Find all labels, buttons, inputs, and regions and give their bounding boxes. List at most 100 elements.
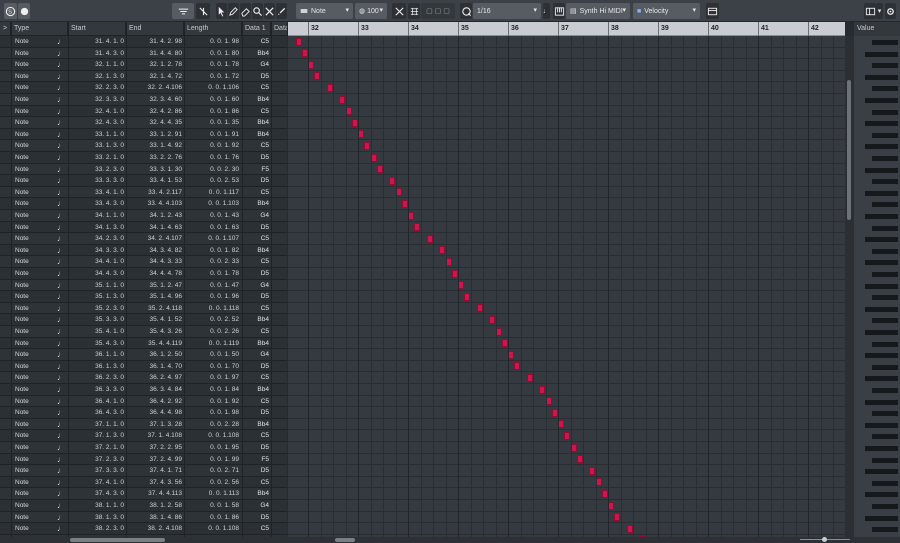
event-data1[interactable]: G4	[242, 349, 269, 360]
event-type[interactable]: Note	[15, 256, 29, 267]
value-bar[interactable]	[865, 469, 898, 475]
window-layout-button[interactable]	[864, 3, 876, 19]
event-length[interactable]: 0. 0. 1. 58	[185, 500, 239, 511]
event-length[interactable]: 0. 0. 1. 98	[185, 36, 239, 47]
vertical-scroll-thumb[interactable]	[847, 80, 851, 220]
value-bar[interactable]	[865, 98, 898, 103]
event-type[interactable]: Note	[15, 222, 29, 233]
color-tool[interactable]	[276, 3, 287, 19]
event-start[interactable]: 33. 1. 3. 0	[69, 140, 124, 151]
note-event[interactable]	[326, 83, 333, 92]
value-bar[interactable]	[872, 434, 898, 440]
table-row[interactable]: ♩ Note 36. 2. 3. 0 36. 2. 4. 97 0. 0. 1. 97 C…	[0, 372, 287, 384]
value-bar[interactable]	[872, 179, 898, 185]
event-start[interactable]: 34. 4. 3. 0	[69, 268, 124, 279]
event-length[interactable]: 0. 0. 1. 43	[185, 210, 239, 221]
object-selection-tool[interactable]	[216, 3, 227, 19]
table-row[interactable]: ♩ Note 37. 4. 3. 0 37. 4. 4.113 0. 0. 1.113 B…	[0, 488, 287, 500]
event-length[interactable]: 0. 0. 1. 50	[185, 349, 239, 360]
table-row[interactable]: ♩ Note 35. 3. 3. 0 35. 4. 1. 52 0. 0. 2. 52 B…	[0, 314, 287, 326]
event-type[interactable]: Note	[15, 349, 29, 360]
note-event[interactable]	[489, 315, 496, 324]
event-type[interactable]: Note	[15, 59, 29, 70]
event-data1[interactable]: G4	[242, 210, 269, 221]
column-header-start[interactable]: Start	[68, 22, 126, 36]
event-start[interactable]: 32. 1. 3. 0	[69, 71, 124, 82]
event-type[interactable]: Note	[15, 488, 29, 499]
table-row[interactable]: ♩ Note 31. 4. 1. 0 31. 4. 2. 98 0. 0. 1. 98 C…	[0, 36, 287, 48]
event-start[interactable]: 34. 3. 3. 0	[69, 245, 124, 256]
event-start[interactable]: 36. 1. 1. 0	[69, 349, 124, 360]
event-data1[interactable]: Bb4	[242, 314, 269, 325]
event-type[interactable]: Note	[15, 477, 29, 488]
value-bar[interactable]	[872, 272, 898, 277]
event-start[interactable]: 35. 2. 3. 0	[69, 303, 124, 314]
table-row[interactable]: ♩ Note 33. 1. 3. 0 33. 1. 4. 92 0. 0. 1. 92 C…	[0, 140, 287, 152]
event-type[interactable]: Note	[15, 198, 29, 209]
event-end[interactable]: 37. 2. 4. 99	[127, 454, 182, 465]
event-type[interactable]: Note	[15, 245, 29, 256]
event-length[interactable]: 0. 0. 1.108	[185, 523, 239, 534]
note-event[interactable]	[364, 141, 371, 150]
event-data1[interactable]: C5	[242, 326, 269, 337]
table-row[interactable]: ♩ Note 36. 1. 1. 0 36. 1. 2. 50 0. 0. 1. 50 G…	[0, 349, 287, 361]
event-start[interactable]: 35. 1. 1. 0	[69, 280, 124, 291]
zoom-tool[interactable]	[252, 3, 263, 19]
split-button[interactable]	[392, 3, 406, 19]
event-length[interactable]: 0. 0. 1.103	[185, 198, 239, 209]
event-length[interactable]: 0. 0. 2. 71	[185, 465, 239, 476]
event-type[interactable]: Note	[15, 106, 29, 117]
event-length[interactable]: 0. 0. 2. 30	[185, 164, 239, 175]
insert-type-select[interactable]: Note ▾	[296, 3, 353, 19]
event-data1[interactable]: Bb4	[242, 198, 269, 209]
event-data1[interactable]: C5	[242, 187, 269, 198]
event-start[interactable]: 35. 1. 3. 0	[69, 291, 124, 302]
event-data1[interactable]: Bb4	[242, 48, 269, 59]
event-end[interactable]: 38. 1. 4. 86	[127, 512, 182, 523]
event-end[interactable]: 32. 4. 2. 86	[127, 106, 182, 117]
event-length[interactable]: 0. 0. 1. 97	[185, 372, 239, 383]
event-type[interactable]: Note	[15, 175, 29, 186]
solo-button[interactable]: S	[4, 3, 17, 19]
note-event[interactable]	[514, 362, 521, 371]
event-data1[interactable]: F5	[242, 164, 269, 175]
quantize-preset-select[interactable]: 1/16 ▾	[473, 3, 541, 19]
event-data1[interactable]: C5	[242, 396, 269, 407]
event-start[interactable]: 33. 4. 3. 0	[69, 198, 124, 209]
event-type[interactable]: Note	[15, 384, 29, 395]
event-type[interactable]: Note	[15, 396, 29, 407]
event-length[interactable]: 0. 0. 1. 63	[185, 222, 239, 233]
event-length[interactable]: 0. 0. 2. 56	[185, 477, 239, 488]
event-length[interactable]: 0. 0. 1. 86	[185, 106, 239, 117]
event-start[interactable]: 36. 4. 1. 0	[69, 396, 124, 407]
value-bar[interactable]	[865, 446, 898, 451]
event-length[interactable]: 0. 0. 1. 70	[185, 361, 239, 372]
event-length[interactable]: 0. 0. 1. 76	[185, 152, 239, 163]
note-event[interactable]	[476, 304, 483, 313]
event-data1[interactable]: Bb4	[242, 117, 269, 128]
quantize-length-button[interactable]: ♩	[543, 3, 550, 19]
event-end[interactable]: 37. 2. 2. 95	[127, 442, 182, 453]
event-type[interactable]: Note	[15, 187, 29, 198]
event-data1[interactable]: D5	[242, 512, 269, 523]
event-data1[interactable]: D5	[242, 175, 269, 186]
table-row[interactable]: ♩ Note 35. 2. 3. 0 35. 2. 4.118 0. 0. 1.118 C…	[0, 302, 287, 315]
value-bar[interactable]	[865, 330, 898, 335]
event-length[interactable]: 0. 0. 1. 96	[185, 291, 239, 302]
event-length[interactable]: 0. 0. 1.106	[185, 82, 239, 93]
event-data1[interactable]: Bb4	[242, 129, 269, 140]
event-type[interactable]: Note	[15, 326, 29, 337]
event-type[interactable]: Note	[15, 48, 29, 59]
value-bar[interactable]	[872, 132, 898, 138]
table-row[interactable]: ♩ Note 38. 1. 3. 0 38. 1. 4. 86 0. 0. 1. 86 D…	[0, 511, 287, 524]
value-bar[interactable]	[865, 167, 898, 173]
event-start[interactable]: 36. 2. 3. 0	[69, 372, 124, 383]
event-type[interactable]: Note	[15, 523, 29, 534]
value-bar[interactable]	[865, 422, 898, 428]
event-end[interactable]: 38. 2. 4.108	[127, 523, 182, 534]
note-event[interactable]	[351, 118, 358, 127]
event-data1[interactable]: C5	[242, 477, 269, 488]
event-end[interactable]: 32. 3. 4. 60	[127, 94, 182, 105]
event-end[interactable]: 35. 1. 4. 96	[127, 291, 182, 302]
event-type[interactable]: Note	[15, 361, 29, 372]
